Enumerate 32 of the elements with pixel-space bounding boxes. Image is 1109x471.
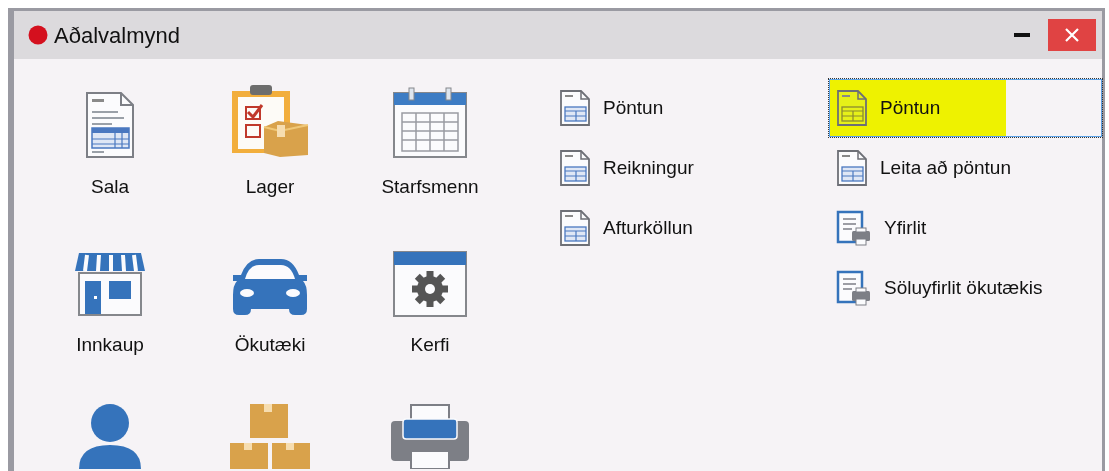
menu-link[interactable]: Pöntun <box>552 79 829 137</box>
order-form-icon <box>85 91 135 159</box>
menu-link[interactable]: Leita að pöntun <box>829 139 1102 197</box>
minimize-icon <box>1014 33 1030 37</box>
menu-link[interactable]: Reikningur <box>552 139 829 197</box>
form-icon <box>559 209 591 247</box>
menu-tile[interactable]: Innkaup <box>30 231 190 381</box>
close-button[interactable] <box>1048 19 1096 51</box>
settings-icon <box>393 251 467 317</box>
form-icon <box>559 149 591 187</box>
window-title: Aðalvalmynd <box>54 21 180 50</box>
boxes-icon <box>230 403 310 469</box>
calendar-icon <box>392 87 468 159</box>
form-icon <box>836 149 868 187</box>
form-icon <box>836 89 868 127</box>
shop-icon <box>73 251 147 317</box>
menu-link[interactable]: Söluyfirlit ökutækis <box>829 259 1102 317</box>
person-icon <box>77 403 143 469</box>
app-icon <box>28 25 48 45</box>
menu-link[interactable]: Afturköllun <box>552 199 829 257</box>
menu-tile[interactable]: Sala <box>30 73 190 223</box>
report-printer-icon <box>836 270 872 306</box>
form-icon <box>559 89 591 127</box>
menu-tile[interactable]: Kerfi <box>350 231 510 381</box>
report-printer-icon <box>836 210 872 246</box>
clipboard-box-icon <box>230 83 310 159</box>
close-icon <box>1065 28 1079 42</box>
menu-link[interactable]: Pöntun <box>829 79 1102 137</box>
menu-tile[interactable]: Starfsmenn <box>350 73 510 223</box>
menu-tile[interactable]: Ökutæki <box>190 231 350 381</box>
menu-tile[interactable]: Lager <box>190 73 350 223</box>
menu-link[interactable]: Yfirlit <box>829 199 1102 257</box>
